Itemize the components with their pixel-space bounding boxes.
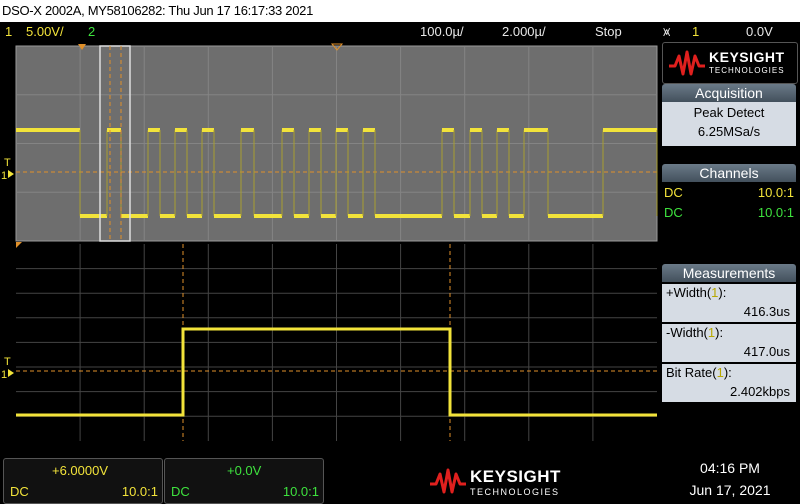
ch1-coupling: DC: [664, 185, 683, 200]
ch2-coupling-bottom: DC: [171, 484, 190, 499]
ch2-offset: +0.0V: [227, 463, 262, 478]
logo-sub: TECHNOLOGIES: [709, 66, 785, 75]
window-title-bar: DSO-X 2002A, MY58106282: Thu Jun 17 16:1…: [0, 0, 800, 22]
acquisition-header[interactable]: Acquisition: [662, 84, 796, 102]
measurement-bit-rate[interactable]: Bit Rate(1): 2.402kbps: [662, 364, 796, 402]
time-reference[interactable]: 100.0µ/: [420, 22, 464, 42]
zoom-trigger-marker: T: [4, 356, 11, 368]
measurement-pos-width[interactable]: +Width(1): 416.3us: [662, 284, 796, 322]
ch1-probe-bottom: 10.0:1: [121, 484, 158, 499]
neg-width-value: 417.0us: [743, 344, 790, 359]
ch1-offset: +6.0000V: [52, 463, 109, 478]
time-scale[interactable]: 2.000µ/: [502, 22, 546, 42]
ch2-probe-bottom: 10.0:1: [282, 484, 319, 499]
side-panel: KEYSIGHT TECHNOLOGIES Acquisition Peak D…: [660, 42, 800, 443]
bottom-logo-sub: TECHNOLOGIES: [470, 487, 560, 497]
bit-rate-value: 2.402kbps: [730, 384, 790, 399]
bottom-keysight-logo: KEYSIGHT TECHNOLOGIES: [428, 462, 568, 500]
run-state[interactable]: Stop: [595, 22, 622, 42]
keysight-wave-icon: [669, 50, 705, 76]
overview-ch1-marker[interactable]: 1: [1, 170, 7, 182]
waveform-display[interactable]: T 1 T 1: [0, 42, 660, 443]
clock-time: 04:16 PM: [700, 460, 760, 476]
bottom-keysight-wave-icon: [430, 468, 466, 494]
neg-width-label: -Width(1):: [666, 325, 724, 340]
channels-header[interactable]: Channels: [662, 164, 796, 182]
ch2-info-box[interactable]: +0.0V DC 10.0:1: [164, 458, 324, 504]
acquisition-panel: Peak Detect 6.25MSa/s: [662, 102, 796, 146]
ch1-scale[interactable]: 5.00V/: [26, 22, 64, 42]
logo-name: KEYSIGHT: [709, 49, 785, 65]
measurements-header[interactable]: Measurements: [662, 264, 796, 282]
ch1-coupling-bottom: DC: [10, 484, 29, 499]
status-bar: 1 5.00V/ 2 100.0µ/ 2.000µ/ Stop ⩙ 1 0.0V: [0, 22, 800, 42]
ch1-number[interactable]: 1: [5, 22, 12, 42]
keysight-logo: KEYSIGHT TECHNOLOGIES: [662, 42, 798, 84]
sample-rate: 6.25MSa/s: [697, 124, 761, 139]
ch2-number[interactable]: 2: [88, 22, 95, 42]
bottom-logo-name: KEYSIGHT: [470, 467, 561, 486]
measurement-neg-width[interactable]: -Width(1): 417.0us: [662, 324, 796, 362]
overview-trigger-marker: T: [4, 157, 11, 169]
bottom-bar: +6.0000V DC 10.0:1 +0.0V DC 10.0:1 KEYSI…: [0, 458, 800, 504]
overview-ch1-arrow-icon: [8, 170, 14, 178]
acquisition-mode: Peak Detect: [693, 105, 765, 120]
ch1-probe: 10.0:1: [757, 185, 794, 200]
measurements-panel: +Width(1): 416.3us -Width(1): 417.0us Bi…: [662, 282, 796, 406]
ch2-probe: 10.0:1: [757, 205, 794, 220]
zoom-ch1-marker[interactable]: 1: [1, 369, 7, 381]
window-title: DSO-X 2002A, MY58106282: Thu Jun 17 16:1…: [2, 3, 314, 18]
trigger-edge-icon: ⩙: [663, 24, 671, 39]
pos-width-label: +Width(1):: [666, 285, 727, 300]
clock: 04:16 PM Jun 17, 2021: [660, 458, 800, 503]
ch2-coupling: DC: [664, 205, 683, 220]
bit-rate-label: Bit Rate(1):: [666, 365, 732, 380]
trigger-level[interactable]: 0.0V: [746, 22, 773, 42]
clock-date: Jun 17, 2021: [689, 482, 771, 498]
waveform-svg: T 1 T 1: [1, 43, 658, 441]
ch1-info-box[interactable]: +6.0000V DC 10.0:1: [3, 458, 163, 504]
channels-panel: DC 10.0:1 DC 10.0:1: [662, 182, 796, 226]
pos-width-value: 416.3us: [743, 304, 790, 319]
trigger-source[interactable]: 1: [692, 22, 699, 42]
zoom-ch1-arrow-icon: [8, 369, 14, 377]
